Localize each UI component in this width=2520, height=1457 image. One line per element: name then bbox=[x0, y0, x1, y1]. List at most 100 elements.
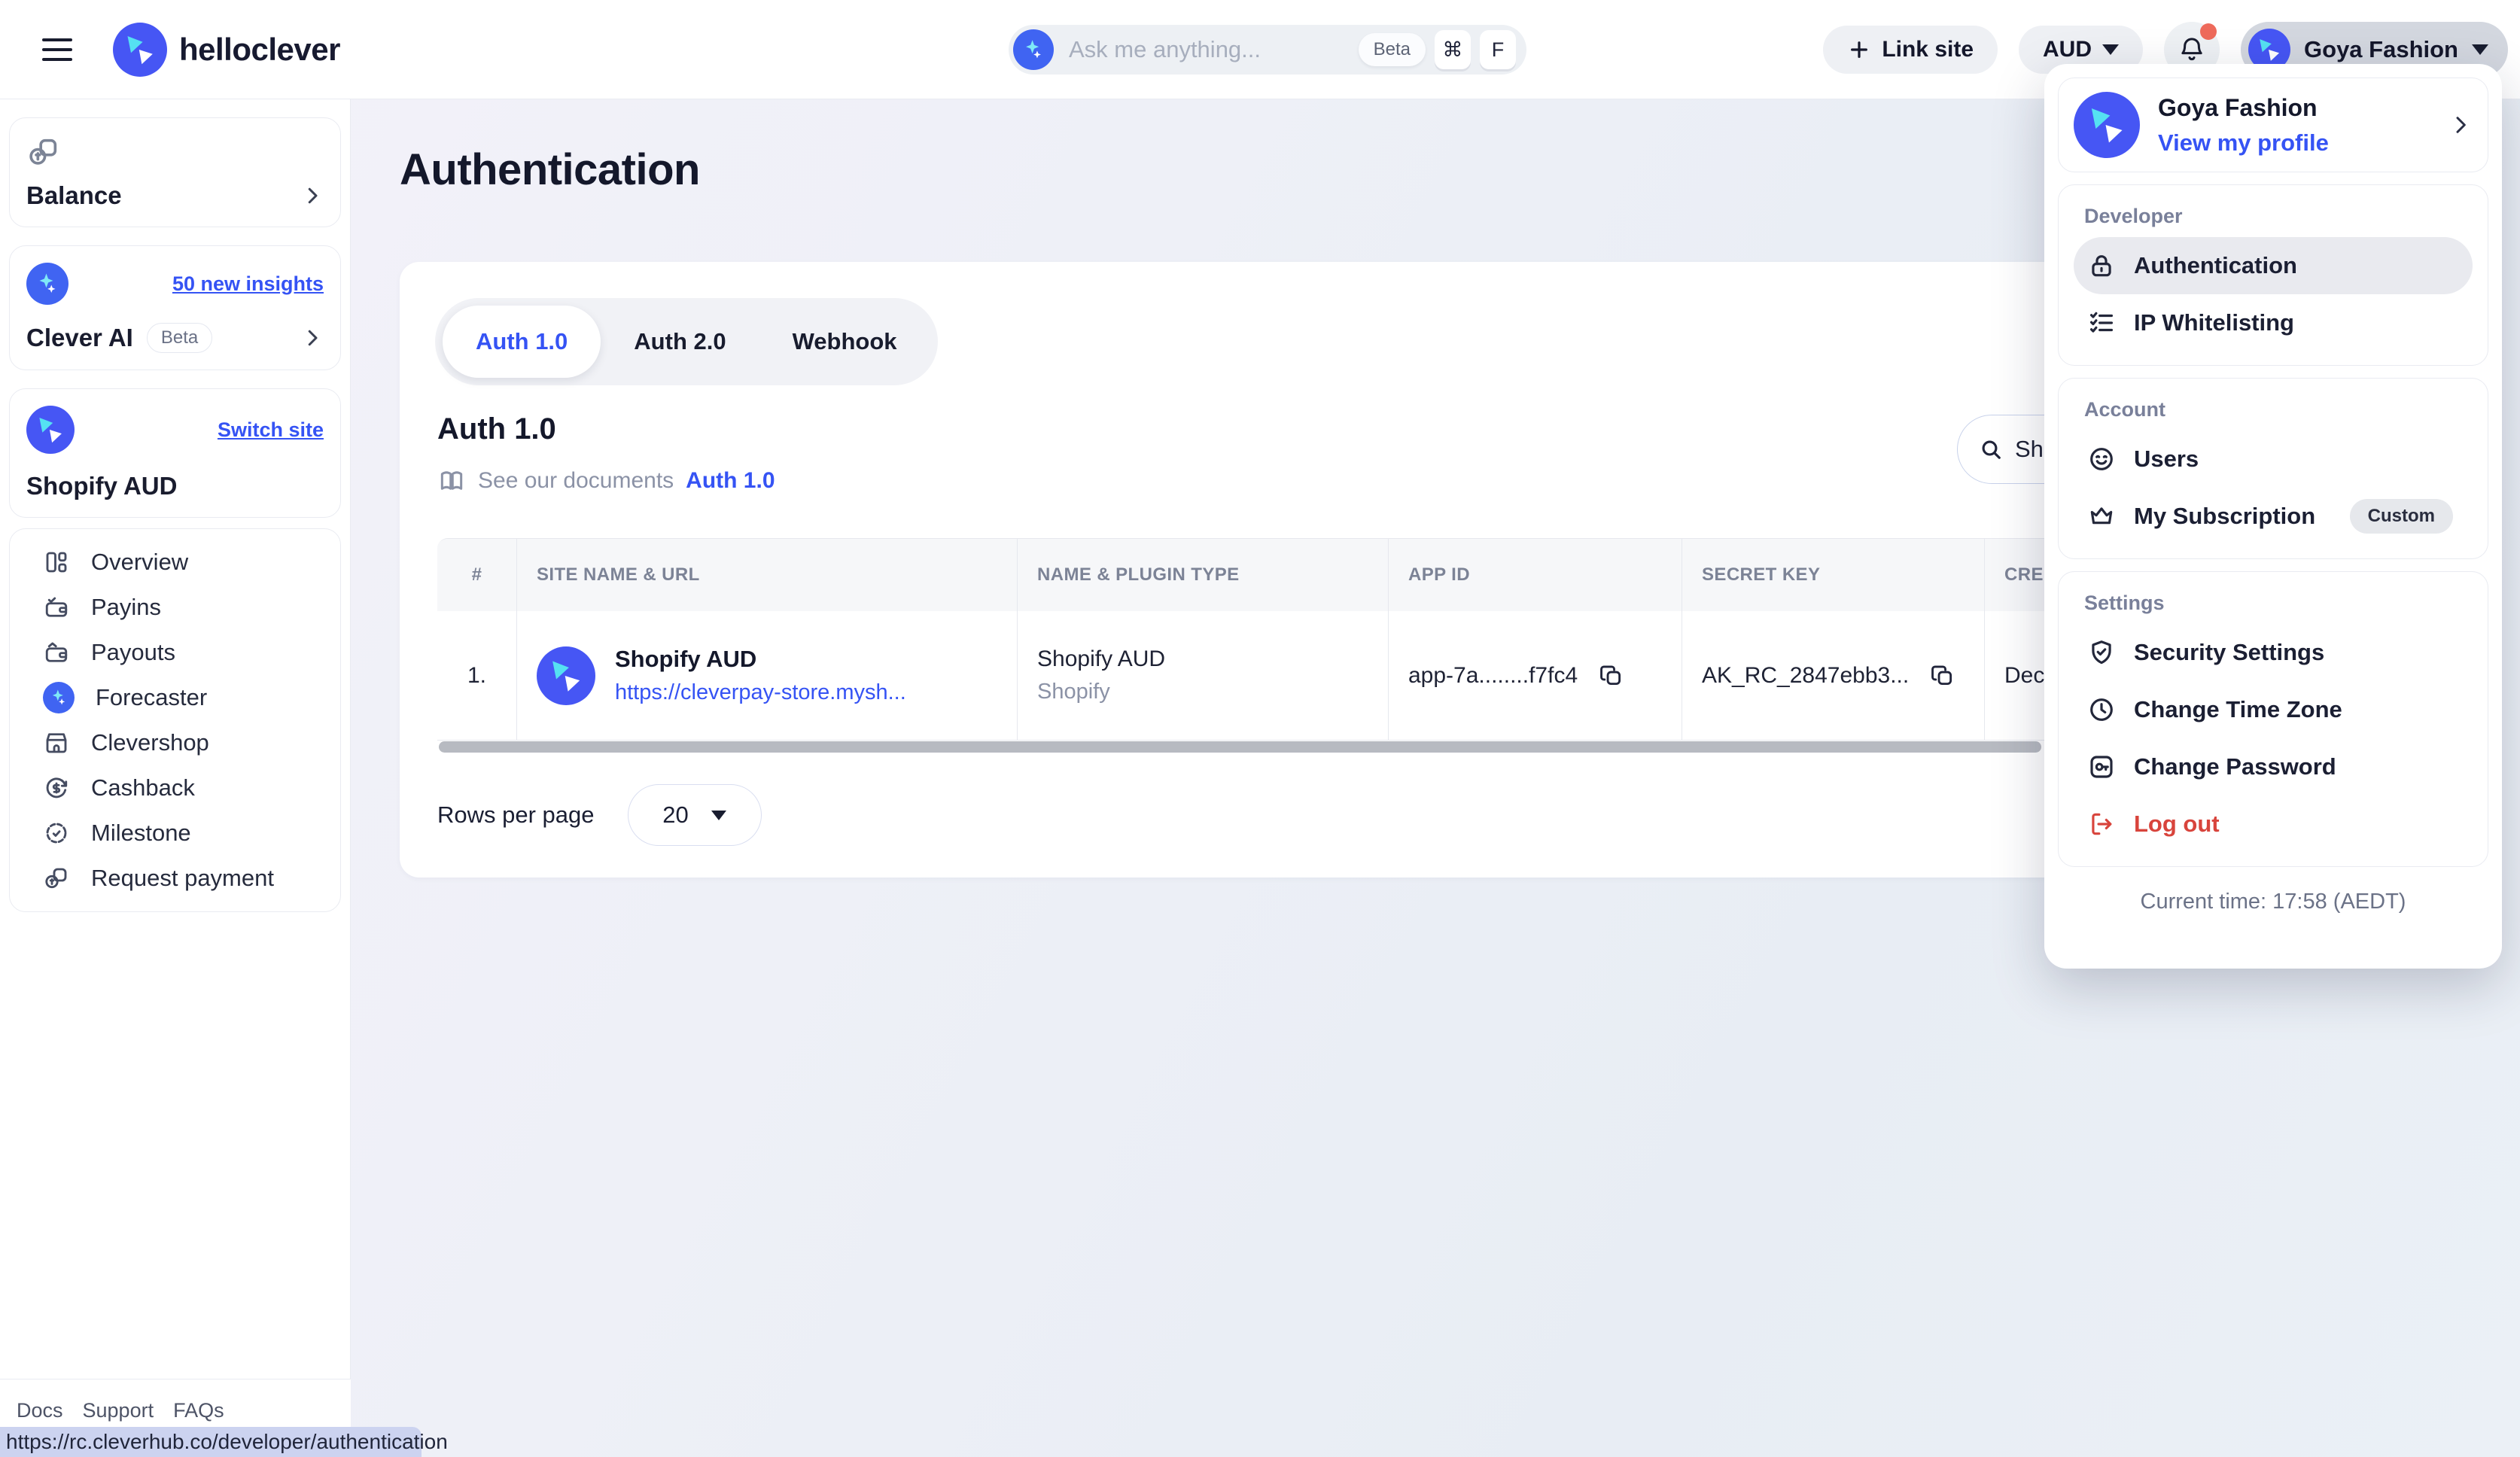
smiley-face-icon bbox=[2087, 445, 2116, 473]
book-icon bbox=[437, 467, 466, 495]
col-secret: SECRET KEY bbox=[1682, 539, 1985, 611]
clever-ai-sparkle-icon bbox=[1013, 29, 1054, 70]
link-preview-statusbar: https://rc.cleverhub.co/developer/authen… bbox=[0, 1427, 422, 1457]
docs-row: See our documents Auth 1.0 bbox=[437, 467, 775, 495]
menu-item-logout[interactable]: Log out bbox=[2074, 795, 2473, 853]
sidebar-item-cashback[interactable]: Cashback bbox=[10, 765, 340, 811]
search-beta-badge: Beta bbox=[1359, 33, 1426, 66]
row-app-id-cell: app-7a........f7fc4 bbox=[1389, 611, 1682, 741]
chevron-right-icon bbox=[301, 184, 324, 207]
sidebar-item-milestone[interactable]: Milestone bbox=[10, 811, 340, 856]
docs-version-link[interactable]: Auth 1.0 bbox=[686, 468, 775, 494]
site-avatar bbox=[537, 646, 595, 705]
copy-icon[interactable] bbox=[1599, 663, 1624, 689]
checklist-icon bbox=[2087, 309, 2116, 337]
section-title: Auth 1.0 bbox=[437, 412, 556, 446]
faqs-link[interactable]: FAQs bbox=[173, 1399, 224, 1422]
overview-grid-icon bbox=[43, 549, 70, 576]
menu-hamburger-icon[interactable] bbox=[42, 38, 72, 61]
chevron-down-icon bbox=[711, 811, 726, 820]
tab-webhook[interactable]: Webhook bbox=[759, 306, 930, 378]
row-plugin-type: Shopify bbox=[1037, 680, 1165, 704]
request-payment-coins-icon bbox=[43, 865, 70, 892]
row-site-name: Shopify AUD bbox=[615, 646, 906, 673]
sidebar-item-overview[interactable]: Overview bbox=[10, 540, 340, 585]
current-site-card: Switch site Shopify AUD bbox=[9, 388, 341, 518]
brand-name: helloclever bbox=[179, 32, 340, 68]
ask-ai-search[interactable]: Ask me anything... Beta ⌘ F bbox=[1009, 25, 1526, 75]
sidebar-item-request-payment[interactable]: Request payment bbox=[10, 856, 340, 901]
support-link[interactable]: Support bbox=[83, 1399, 154, 1422]
crown-icon bbox=[2087, 502, 2116, 531]
menu-item-authentication[interactable]: Authentication bbox=[2074, 237, 2473, 294]
bell-icon bbox=[2177, 35, 2207, 65]
chevron-down-icon bbox=[2472, 44, 2488, 55]
link-site-button[interactable]: Link site bbox=[1823, 26, 1998, 74]
profile-card[interactable]: Goya Fashion View my profile bbox=[2058, 78, 2488, 172]
settings-section: Settings Security Settings Change Time Z… bbox=[2058, 571, 2488, 867]
subscription-badge: Custom bbox=[2350, 499, 2453, 534]
helloclever-logo-icon bbox=[113, 23, 167, 77]
view-profile-link[interactable]: View my profile bbox=[2158, 129, 2329, 157]
ask-ai-placeholder: Ask me anything... bbox=[1069, 36, 1359, 63]
account-section-title: Account bbox=[2074, 392, 2473, 430]
switch-site-link[interactable]: Switch site bbox=[218, 418, 324, 442]
brand-logo[interactable]: helloclever bbox=[113, 23, 340, 77]
sidebar-item-payouts[interactable]: Payouts bbox=[10, 630, 340, 675]
profile-avatar bbox=[2074, 92, 2140, 158]
col-index: # bbox=[437, 539, 517, 611]
chevron-right-icon bbox=[301, 327, 324, 349]
sidebar-item-forecaster[interactable]: Forecaster bbox=[10, 675, 340, 720]
clock-icon bbox=[2087, 695, 2116, 724]
lock-icon bbox=[2087, 251, 2116, 280]
shop-icon bbox=[43, 729, 70, 756]
sidebar-item-payins[interactable]: Payins bbox=[10, 585, 340, 630]
clever-ai-sparkle-icon bbox=[26, 263, 68, 305]
sidebar-nav: Overview Payins Payouts Forecaster Cleve… bbox=[9, 528, 341, 912]
chevron-right-icon bbox=[2448, 113, 2473, 137]
sidebar: Balance 50 new insights Clever AI Beta S… bbox=[0, 99, 351, 1457]
milestone-badge-icon bbox=[43, 820, 70, 847]
col-plugin: NAME & PLUGIN TYPE bbox=[1018, 539, 1389, 611]
menu-item-change-password[interactable]: Change Password bbox=[2074, 738, 2473, 795]
cmd-key-badge: ⌘ bbox=[1435, 30, 1471, 69]
rows-per-page: Rows per page 20 bbox=[437, 784, 762, 846]
search-icon bbox=[1977, 436, 2004, 463]
row-index: 1. bbox=[437, 611, 517, 741]
logout-icon bbox=[2087, 810, 2116, 838]
balance-label: Balance bbox=[26, 181, 122, 210]
horizontal-scrollbar[interactable] bbox=[439, 741, 2041, 753]
tab-auth-1[interactable]: Auth 1.0 bbox=[443, 306, 601, 378]
col-app-id: APP ID bbox=[1389, 539, 1682, 611]
menu-item-ip-whitelisting[interactable]: IP Whitelisting bbox=[2074, 294, 2473, 351]
menu-item-users[interactable]: Users bbox=[2074, 430, 2473, 488]
chevron-down-icon bbox=[2102, 44, 2119, 55]
notification-dot bbox=[2200, 23, 2217, 40]
copy-icon[interactable] bbox=[1930, 663, 1955, 689]
rows-per-page-label: Rows per page bbox=[437, 802, 595, 829]
current-time: Current time: 17:58 (AEDT) bbox=[2058, 890, 2488, 914]
balance-card[interactable]: Balance bbox=[9, 117, 341, 227]
new-insights-link[interactable]: 50 new insights bbox=[172, 272, 324, 296]
menu-item-my-subscription[interactable]: My Subscription Custom bbox=[2074, 488, 2473, 545]
docs-text: See our documents bbox=[478, 468, 674, 494]
rows-per-page-select[interactable]: 20 bbox=[628, 784, 762, 846]
row-app-id: app-7a........f7fc4 bbox=[1408, 663, 1578, 689]
docs-link[interactable]: Docs bbox=[17, 1399, 63, 1422]
row-site-url-link[interactable]: https://cleverpay-store.mysh... bbox=[615, 680, 906, 705]
payins-wallet-icon bbox=[43, 594, 70, 621]
cashback-icon bbox=[43, 774, 70, 802]
sidebar-item-clevershop[interactable]: Clevershop bbox=[10, 720, 340, 765]
menu-item-change-timezone[interactable]: Change Time Zone bbox=[2074, 681, 2473, 738]
account-dropdown-menu: Goya Fashion View my profile Developer A… bbox=[2044, 64, 2502, 969]
key-icon bbox=[2087, 753, 2116, 781]
row-plugin-name: Shopify AUD bbox=[1037, 646, 1165, 672]
clever-ai-label: Clever AI bbox=[26, 324, 133, 352]
menu-item-security-settings[interactable]: Security Settings bbox=[2074, 624, 2473, 681]
tab-auth-2[interactable]: Auth 2.0 bbox=[601, 306, 759, 378]
shield-check-icon bbox=[2087, 638, 2116, 667]
clever-ai-card[interactable]: 50 new insights Clever AI Beta bbox=[9, 245, 341, 370]
page-title: Authentication bbox=[400, 144, 700, 195]
settings-section-title: Settings bbox=[2074, 586, 2473, 624]
row-secret-cell: AK_RC_2847ebb3... bbox=[1682, 611, 1985, 741]
